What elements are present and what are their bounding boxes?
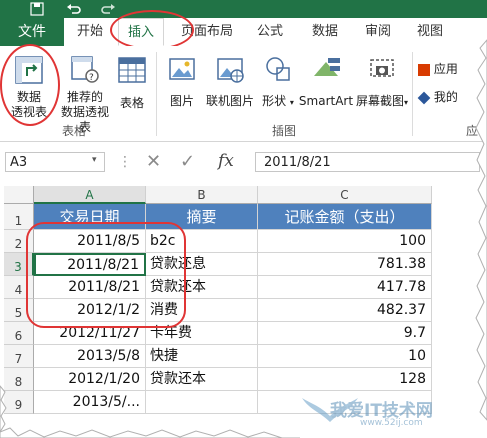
watermark: 我爱IT技术网 www.52ij.com	[300, 392, 480, 432]
watermark-url: www.52ij.com	[360, 418, 423, 428]
torn-edge-frame	[0, 39, 487, 438]
